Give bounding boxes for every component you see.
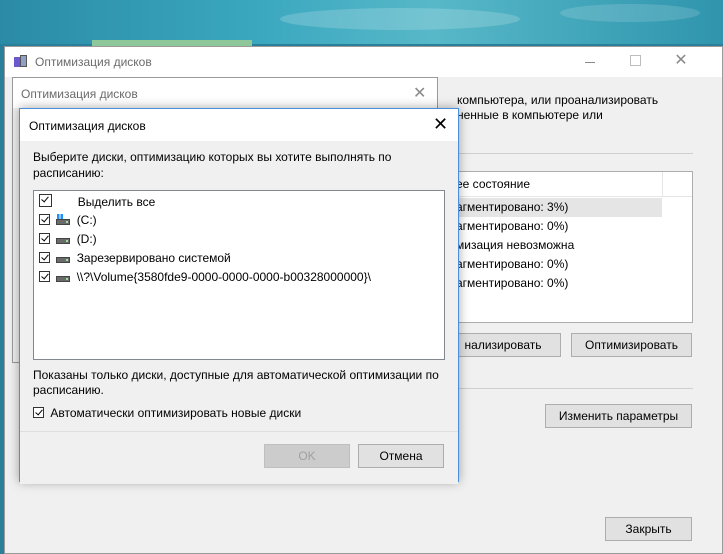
- drives-listbox[interactable]: Выделить все (C:) (D:) Зарезервировано с…: [33, 190, 445, 360]
- main-titlebar[interactable]: Оптимизация дисков ✕: [5, 47, 722, 77]
- settings-dialog-title: Оптимизация дисков: [21, 87, 138, 101]
- drive-icon: [56, 271, 71, 282]
- select-drives-dialog: Оптимизация дисков ✕ Выберите диски, опт…: [19, 108, 459, 484]
- column-separator[interactable]: [662, 172, 663, 196]
- auto-optimize-checkbox[interactable]: [33, 407, 44, 418]
- select-all-label: Выделить все: [77, 195, 156, 209]
- drive-item-reserved[interactable]: Зарезервировано системой: [39, 249, 231, 267]
- select-all-item[interactable]: Выделить все: [39, 193, 155, 211]
- list-header[interactable]: ее состояние: [456, 172, 692, 197]
- drive-c-checkbox[interactable]: [39, 214, 50, 225]
- disk-status-row[interactable]: мизация невозможна: [456, 236, 662, 255]
- desktop-wallpaper: [0, 0, 723, 44]
- main-window-title: Оптимизация дисков: [35, 55, 152, 69]
- close-icon[interactable]: ✕: [413, 83, 426, 103]
- drive-d-label: (D:): [76, 232, 97, 246]
- main-description-line2: ненные в компьютере или: [457, 108, 603, 122]
- close-button[interactable]: Закрыть: [605, 517, 692, 541]
- main-description-line1: компьютера, или проанализировать: [457, 93, 659, 107]
- system-drive-icon: [56, 214, 71, 225]
- disk-status-list[interactable]: ее состояние агментировано: 3%) агментир…: [455, 171, 693, 323]
- drive-d-checkbox[interactable]: [39, 233, 50, 244]
- instruction-text: Выберите диски, оптимизацию которых вы х…: [33, 150, 392, 180]
- drive-item-d[interactable]: (D:): [39, 230, 97, 248]
- main-divider: [457, 388, 693, 389]
- drive-volume-checkbox[interactable]: [39, 271, 50, 282]
- main-divider: [457, 153, 693, 154]
- close-icon[interactable]: ✕: [433, 114, 448, 135]
- drive-item-volume[interactable]: \\?\Volume{3580fde9-0000-0000-0000-b0032…: [39, 268, 371, 286]
- status-column-header[interactable]: ее состояние: [456, 177, 530, 191]
- drive-icon: [56, 252, 71, 263]
- dialog-footer: OK Отмена: [20, 431, 458, 484]
- drive-icon: [56, 233, 71, 244]
- select-drives-titlebar[interactable]: Оптимизация дисков ✕: [20, 109, 458, 141]
- settings-dialog-titlebar[interactable]: Оптимизация дисков ✕: [13, 78, 437, 108]
- auto-optimize-option[interactable]: Автоматически оптимизировать новые диски: [33, 405, 301, 421]
- disk-status-row[interactable]: агментировано: 0%): [456, 217, 662, 236]
- defrag-app-icon: [14, 55, 28, 69]
- close-icon[interactable]: ✕: [671, 53, 691, 69]
- wallpaper-ripple: [280, 8, 520, 30]
- wallpaper-ripple: [560, 4, 700, 22]
- select-all-checkbox[interactable]: [39, 194, 52, 207]
- auto-optimize-label: Автоматически оптимизировать новые диски: [50, 406, 302, 420]
- disk-status-row[interactable]: агментировано: 0%): [456, 274, 662, 293]
- drive-reserved-label: Зарезервировано системой: [76, 251, 231, 265]
- disk-status-row[interactable]: агментировано: 0%): [456, 255, 662, 274]
- drive-c-label: (C:): [76, 213, 97, 227]
- optimize-button[interactable]: Оптимизировать: [571, 333, 692, 357]
- disk-status-row[interactable]: агментировано: 3%): [456, 198, 662, 217]
- availability-note: Показаны только диски, доступные для авт…: [33, 368, 439, 397]
- minimize-icon[interactable]: [580, 53, 600, 69]
- drive-volume-label: \\?\Volume{3580fde9-0000-0000-0000-b0032…: [76, 270, 371, 284]
- drive-item-c[interactable]: (C:): [39, 211, 97, 229]
- ok-button[interactable]: OK: [264, 444, 350, 468]
- analyze-button[interactable]: нализировать: [445, 333, 561, 357]
- change-settings-button[interactable]: Изменить параметры: [545, 404, 692, 428]
- drive-reserved-checkbox[interactable]: [39, 252, 50, 263]
- select-drives-title: Оптимизация дисков: [29, 119, 146, 133]
- cancel-button[interactable]: Отмена: [358, 444, 444, 468]
- maximize-icon[interactable]: [625, 53, 645, 69]
